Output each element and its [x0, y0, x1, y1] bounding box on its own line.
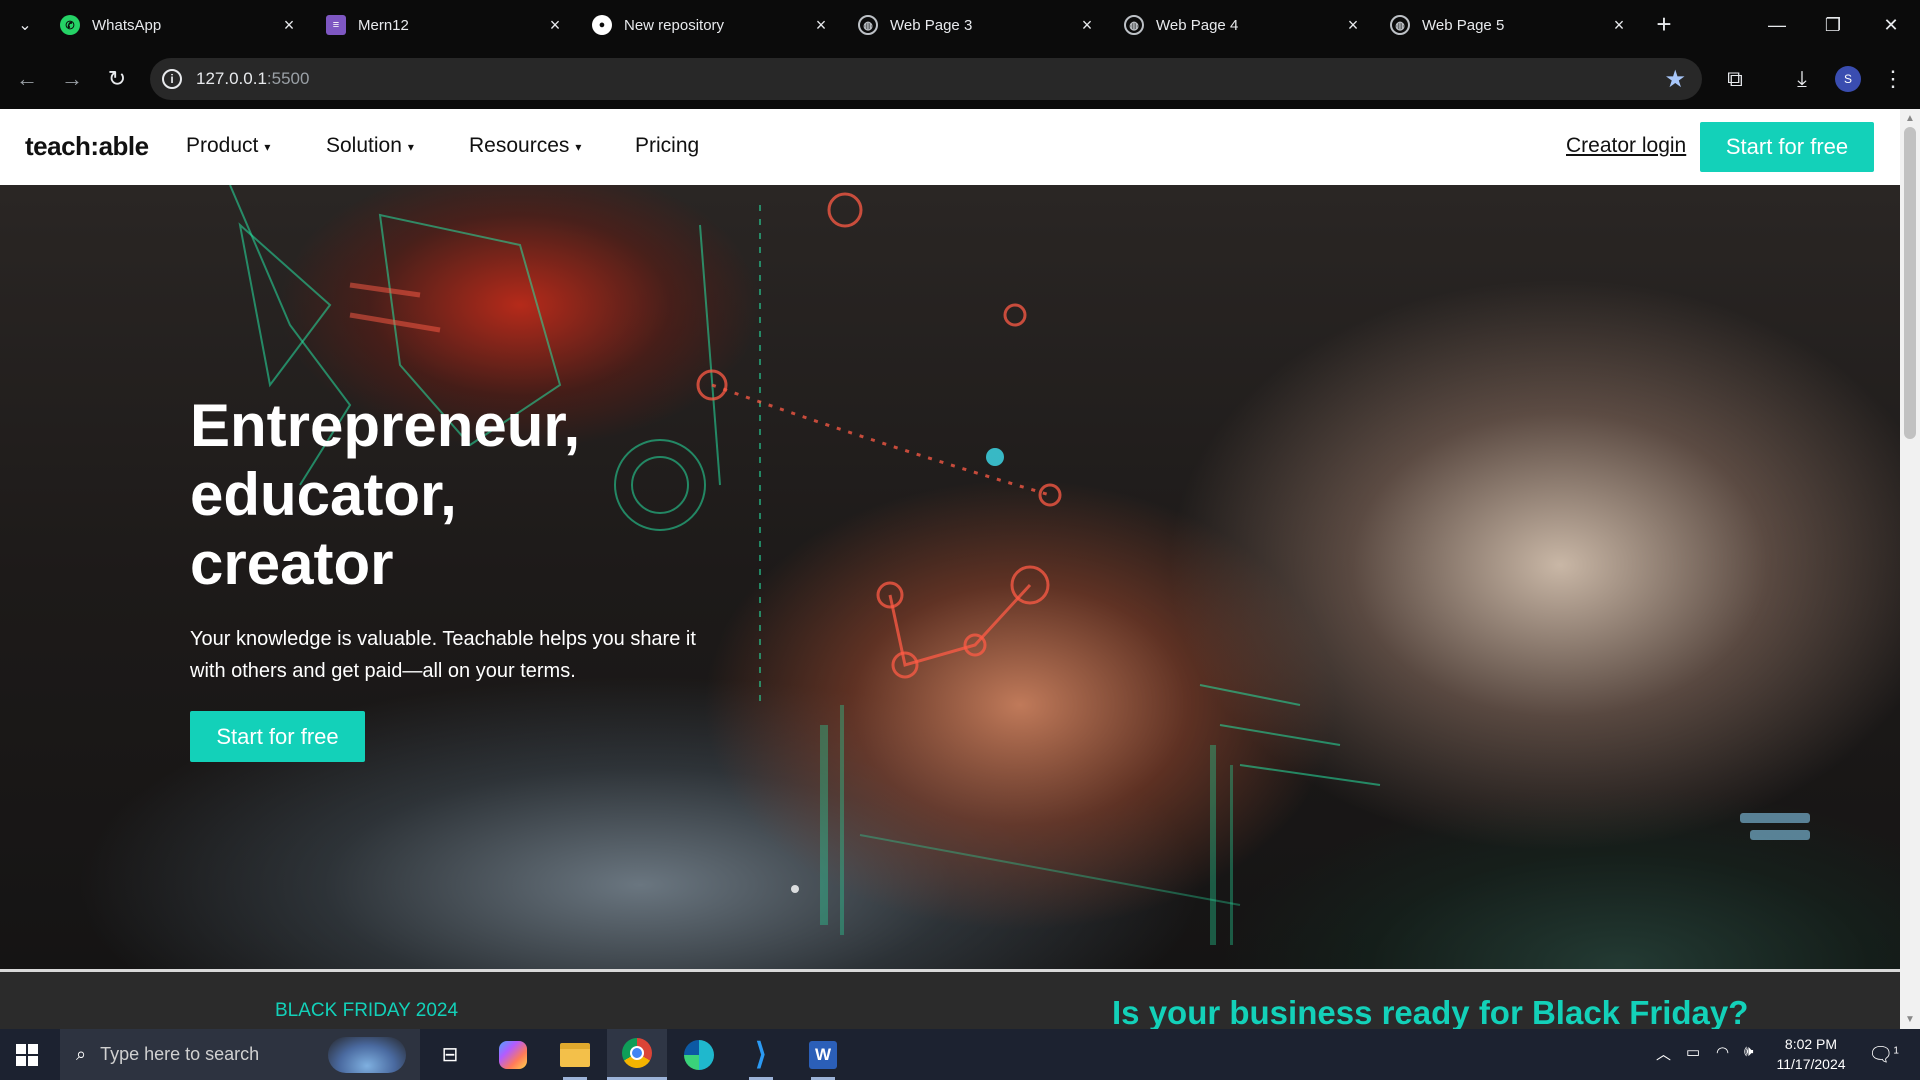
- creator-login-link[interactable]: Creator login: [1566, 134, 1686, 158]
- globe-icon: ◍: [1390, 15, 1410, 35]
- scroll-up-arrow-icon[interactable]: ▲: [1905, 113, 1915, 124]
- page-viewport: teach:able Product ▾ Solution ▾ Resource…: [0, 109, 1920, 1029]
- chevron-down-icon: ▾: [264, 140, 271, 154]
- close-tab-icon[interactable]: ×: [810, 14, 832, 36]
- tab-strip: ⌄ ✆ WhatsApp × ≡ Mern12 × ● New reposito…: [0, 0, 1920, 50]
- tab-title: New repository: [624, 16, 725, 34]
- tab-web-page-4[interactable]: ◍ Web Page 4 ×: [1124, 8, 1364, 42]
- chevron-down-icon: ▾: [575, 140, 582, 154]
- chevron-down-icon: ▾: [407, 140, 414, 154]
- edge-icon[interactable]: [669, 1029, 729, 1080]
- word-icon[interactable]: W: [793, 1029, 853, 1080]
- tab-web-page-5[interactable]: ◍ Web Page 5 ×: [1390, 8, 1630, 42]
- tab-title: Web Page 3: [890, 16, 973, 34]
- tab-search-chevron-icon[interactable]: ⌄: [12, 12, 38, 38]
- page-scrollbar[interactable]: ▲ ▼: [1900, 109, 1920, 1029]
- new-tab-plus-icon[interactable]: +: [1650, 9, 1678, 39]
- forward-arrow-icon[interactable]: →: [57, 64, 87, 94]
- whatsapp-icon: ✆: [60, 15, 80, 35]
- extensions-puzzle-icon[interactable]: ⧉: [1720, 64, 1750, 94]
- scroll-down-arrow-icon[interactable]: ▼: [1905, 1014, 1915, 1025]
- hero-title-line: creator: [190, 530, 394, 597]
- clock-time: 8:02 PM: [1784, 1036, 1838, 1052]
- close-tab-icon[interactable]: ×: [544, 14, 566, 36]
- nav-product[interactable]: Product ▾: [186, 134, 270, 158]
- back-arrow-icon[interactable]: ←: [12, 64, 42, 94]
- windows-start-icon[interactable]: [16, 1044, 38, 1066]
- hero-section: Entrepreneur, educator, creator Your kno…: [0, 185, 1900, 969]
- close-tab-icon[interactable]: ×: [1342, 14, 1364, 36]
- chrome-icon[interactable]: [607, 1029, 667, 1080]
- reload-icon[interactable]: ↻: [102, 64, 132, 94]
- wifi-icon[interactable]: ◠: [1716, 1043, 1729, 1061]
- file-explorer-icon[interactable]: [545, 1029, 605, 1080]
- site-logo[interactable]: teach:able: [25, 131, 149, 162]
- url-port: :5500: [266, 69, 310, 88]
- tab-title: Mern12: [358, 16, 409, 34]
- tab-new-repository[interactable]: ● New repository ×: [592, 8, 832, 42]
- hero-start-for-free-button[interactable]: Start for free: [190, 711, 365, 762]
- copilot-icon[interactable]: [483, 1029, 543, 1080]
- tab-mern12[interactable]: ≡ Mern12 ×: [326, 8, 566, 42]
- header-start-for-free-button[interactable]: Start for free: [1700, 122, 1874, 172]
- address-bar[interactable]: i 127.0.0.1:5500 ★: [150, 58, 1702, 100]
- nav-solution[interactable]: Solution ▾: [326, 134, 414, 158]
- hero-title-line: educator,: [190, 461, 457, 528]
- url-host: 127.0.0.1: [196, 69, 267, 88]
- tab-whatsapp[interactable]: ✆ WhatsApp ×: [60, 8, 300, 42]
- nav-resources[interactable]: Resources ▾: [469, 134, 581, 158]
- black-friday-heading: Is your business ready for Black Friday?: [1112, 994, 1749, 1029]
- notification-count: 1: [1893, 1045, 1899, 1057]
- close-tab-icon[interactable]: ×: [278, 14, 300, 36]
- volume-icon[interactable]: 🕪: [1744, 1043, 1753, 1060]
- site-info-icon[interactable]: i: [162, 69, 182, 89]
- battery-icon[interactable]: ▭: [1686, 1043, 1700, 1061]
- nav-resources-label: Resources: [469, 134, 570, 157]
- nav-solution-label: Solution: [326, 134, 402, 157]
- nav-pricing[interactable]: Pricing: [635, 134, 699, 158]
- profile-avatar[interactable]: S: [1835, 66, 1861, 92]
- menu-kebab-icon[interactable]: ⋮: [1878, 64, 1908, 94]
- scrollbar-thumb[interactable]: [1904, 127, 1916, 439]
- minimize-icon[interactable]: —: [1760, 8, 1794, 42]
- tab-title: WhatsApp: [92, 16, 162, 34]
- nav-pricing-label: Pricing: [635, 134, 700, 157]
- windows-taskbar: ⌕ Type here to search ⊟ ⟩ W ︿ ▭ ◠ 🕪 8:02…: [0, 1029, 1920, 1080]
- list-icon: ≡: [326, 15, 346, 35]
- hero-title-line: Entrepreneur,: [190, 392, 581, 459]
- search-placeholder: Type here to search: [100, 1044, 260, 1064]
- vscode-icon[interactable]: ⟩: [731, 1029, 791, 1080]
- bookmark-star-icon[interactable]: ★: [1664, 65, 1686, 94]
- show-hidden-icons-chevron-icon[interactable]: ︿: [1656, 1043, 1671, 1064]
- search-highlight-image[interactable]: [328, 1037, 406, 1073]
- hero-subtitle: Your knowledge is valuable. Teachable he…: [190, 628, 696, 682]
- restore-icon[interactable]: ❐: [1816, 8, 1850, 42]
- globe-icon: ◍: [858, 15, 878, 35]
- notification-center-icon[interactable]: 🗨1: [1868, 1042, 1899, 1067]
- nav-product-label: Product: [186, 134, 259, 157]
- hero-title: Entrepreneur, educator, creator: [190, 391, 710, 598]
- site-header: teach:able Product ▾ Solution ▾ Resource…: [0, 109, 1900, 185]
- taskbar-search-box[interactable]: ⌕ Type here to search: [60, 1029, 420, 1080]
- browser-toolbar: ← → ↻ i 127.0.0.1:5500 ★ ⧉ ⤓ S ⋮: [0, 50, 1920, 109]
- globe-icon: ◍: [1124, 15, 1144, 35]
- search-icon: ⌕: [76, 1044, 87, 1064]
- task-view-icon[interactable]: ⊟: [420, 1029, 480, 1080]
- close-window-icon[interactable]: ✕: [1874, 8, 1908, 42]
- close-tab-icon[interactable]: ×: [1076, 14, 1098, 36]
- taskbar-clock[interactable]: 8:02 PM 11/17/2024: [1764, 1034, 1858, 1074]
- url-text[interactable]: 127.0.0.1:5500: [196, 69, 309, 89]
- download-icon[interactable]: ⤓: [1787, 64, 1817, 94]
- clock-date: 11/17/2024: [1776, 1056, 1846, 1072]
- tab-web-page-3[interactable]: ◍ Web Page 3 ×: [858, 8, 1098, 42]
- black-friday-section: BLACK FRIDAY 2024 Is your business ready…: [0, 969, 1900, 1029]
- tab-title: Web Page 5: [1422, 16, 1505, 34]
- tab-title: Web Page 4: [1156, 16, 1239, 34]
- github-icon: ●: [592, 15, 612, 35]
- close-tab-icon[interactable]: ×: [1608, 14, 1630, 36]
- black-friday-label: BLACK FRIDAY 2024: [275, 1000, 459, 1021]
